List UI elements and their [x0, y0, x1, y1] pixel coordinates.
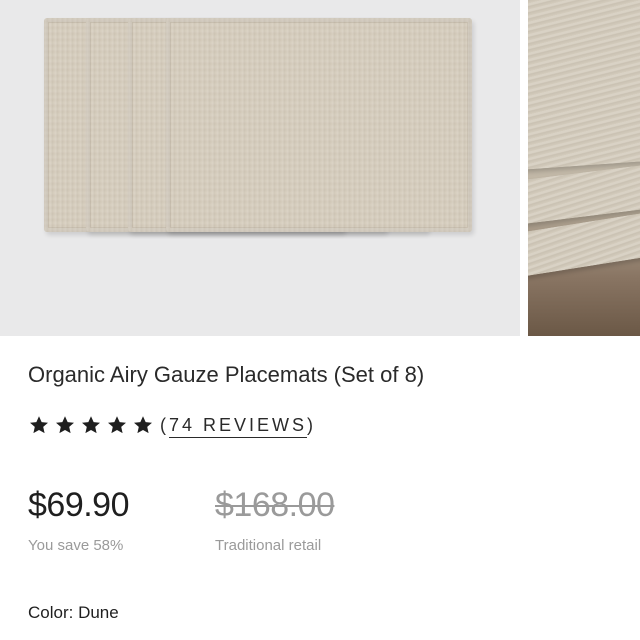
- original-price: $168.00: [215, 486, 335, 524]
- reviews-count: (74 REVIEWS): [160, 414, 317, 438]
- color-label: Color: Dune: [28, 603, 119, 622]
- placemat-image: [166, 18, 472, 232]
- star-icon: [56, 416, 74, 434]
- main-product-image[interactable]: [0, 0, 520, 336]
- product-title: Organic Airy Gauze Placemats (Set of 8): [28, 362, 425, 387]
- reviews-open-paren: (: [160, 414, 169, 435]
- sale-price: $69.90: [28, 486, 130, 524]
- reviews-close-paren: ): [307, 414, 317, 435]
- star-icon: [134, 416, 152, 434]
- rating-row: (74 REVIEWS): [28, 414, 317, 438]
- fabric-detail: [528, 0, 640, 170]
- star-rating: [28, 414, 154, 436]
- star-icon: [30, 416, 48, 434]
- star-icon: [82, 416, 100, 434]
- retail-note: Traditional retail: [215, 537, 322, 554]
- savings-note: You save 58%: [28, 537, 124, 554]
- reviews-link[interactable]: 74 REVIEWS: [169, 414, 308, 438]
- thumbnail-image[interactable]: [528, 0, 640, 336]
- product-gallery: [0, 0, 640, 336]
- star-icon: [108, 416, 126, 434]
